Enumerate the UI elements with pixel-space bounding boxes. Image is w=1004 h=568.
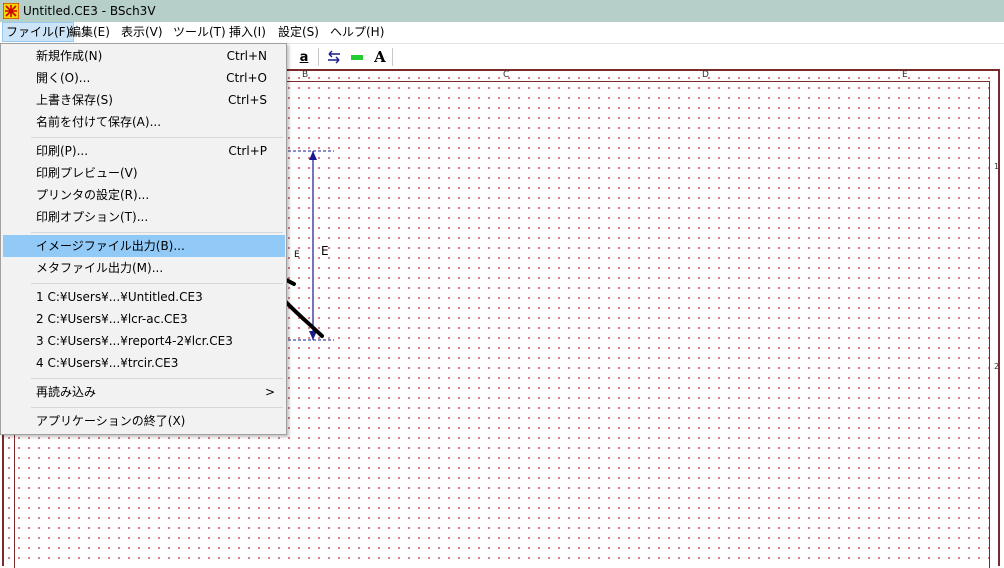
menu-separator	[31, 137, 283, 138]
menu-item-label: イメージファイル出力(B)...	[36, 239, 185, 253]
menu-item-label: 上書き保存(S)	[36, 93, 113, 107]
menu-item-label: アプリケーションの終了(X)	[36, 414, 186, 428]
schematic-label: E	[321, 244, 329, 258]
menu-item-save-as[interactable]: 名前を付けて保存(A)...	[3, 111, 285, 133]
menu-item-exit[interactable]: アプリケーションの終了(X)	[3, 410, 285, 432]
menu-item-metafile-export[interactable]: メタファイル出力(M)...	[3, 257, 285, 279]
menu-item-recent-3[interactable]: 3 C:¥Users¥...¥report4-2¥lcr.CE3	[3, 330, 285, 352]
schematic-label-small: E	[294, 250, 300, 260]
menu-item-label: プリンタの設定(R)...	[36, 188, 150, 202]
submenu-chevron-icon: >	[264, 385, 275, 399]
menu-item-print-preview[interactable]: 印刷プレビュー(V)	[3, 162, 285, 184]
menu-separator	[31, 407, 283, 408]
menu-item-label: 4 C:¥Users¥...¥trcir.CE3	[36, 356, 179, 370]
menu-item-label: 印刷プレビュー(V)	[36, 166, 138, 180]
menu-item-shortcut: Ctrl+P	[228, 144, 267, 158]
menu-item-new[interactable]: 新規作成(N) Ctrl+N	[3, 45, 285, 67]
menu-item-shortcut: Ctrl+O	[226, 71, 267, 85]
menu-item-recent-1[interactable]: 1 C:¥Users¥...¥Untitled.CE3	[3, 286, 285, 308]
menu-item-shortcut: Ctrl+N	[226, 49, 267, 63]
dimension-arrow-up-icon	[309, 151, 317, 160]
menu-item-open[interactable]: 開く(O)... Ctrl+O	[3, 67, 285, 89]
menu-item-shortcut: Ctrl+S	[227, 93, 267, 107]
menu-item-recent-4[interactable]: 4 C:¥Users¥...¥trcir.CE3	[3, 352, 285, 374]
menu-item-reload[interactable]: 再読み込み >	[3, 381, 285, 403]
menu-item-label: 開く(O)...	[36, 71, 91, 85]
menu-item-label: 1 C:¥Users¥...¥Untitled.CE3	[36, 290, 203, 304]
menu-item-label: 3 C:¥Users¥...¥report4-2¥lcr.CE3	[36, 334, 233, 348]
file-menu-dropdown: 新規作成(N) Ctrl+N 開く(O)... Ctrl+O 上書き保存(S) …	[0, 43, 287, 435]
menu-separator	[31, 283, 283, 284]
menu-item-recent-2[interactable]: 2 C:¥Users¥...¥lcr-ac.CE3	[3, 308, 285, 330]
menu-item-label: 印刷オプション(T)...	[36, 210, 149, 224]
menu-item-print[interactable]: 印刷(P)... Ctrl+P	[3, 140, 285, 162]
menu-item-label: メタファイル出力(M)...	[36, 261, 164, 275]
menu-separator	[31, 232, 283, 233]
menu-item-label: 新規作成(N)	[36, 49, 103, 63]
menu-item-label: 2 C:¥Users¥...¥lcr-ac.CE3	[36, 312, 188, 326]
menu-item-save[interactable]: 上書き保存(S) Ctrl+S	[3, 89, 285, 111]
menu-item-label: 再読み込み	[36, 385, 97, 399]
menu-separator	[31, 378, 283, 379]
menu-item-label: 印刷(P)...	[36, 144, 89, 158]
menu-item-label: 名前を付けて保存(A)...	[36, 115, 162, 129]
menu-item-image-export[interactable]: イメージファイル出力(B)...	[3, 235, 285, 257]
menu-item-print-options[interactable]: 印刷オプション(T)...	[3, 206, 285, 228]
menu-item-printer-setup[interactable]: プリンタの設定(R)...	[3, 184, 285, 206]
